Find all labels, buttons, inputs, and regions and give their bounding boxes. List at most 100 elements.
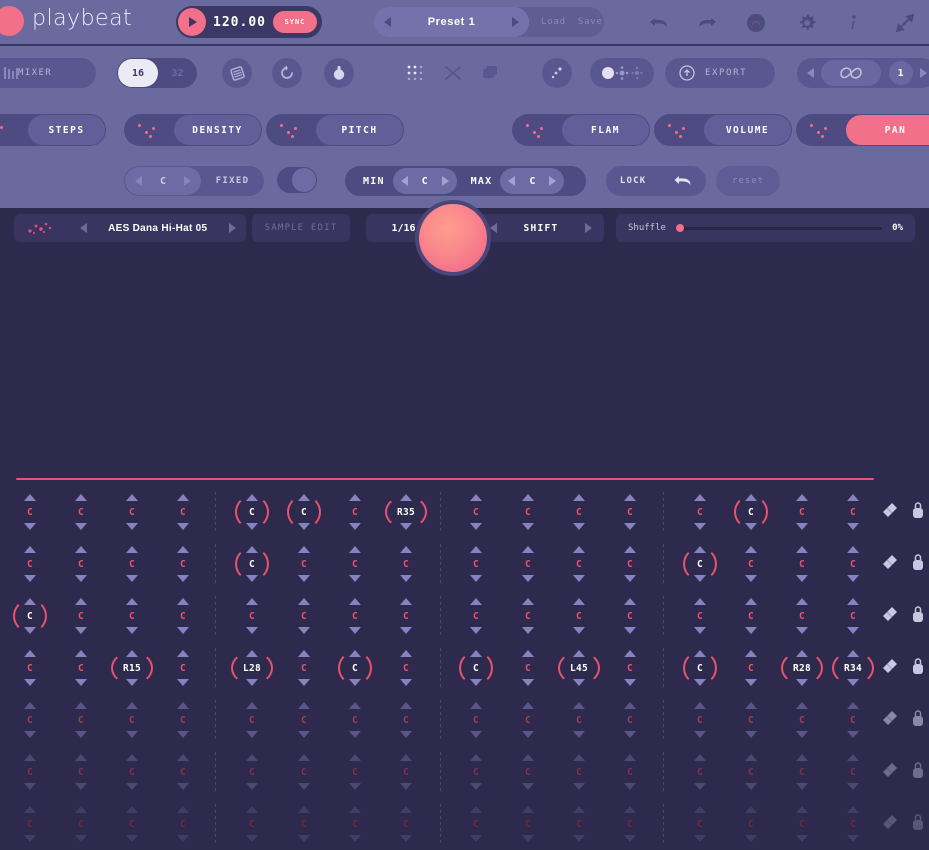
lock-icon[interactable] (911, 657, 925, 680)
step-value[interactable]: C (513, 501, 543, 523)
loop-reset-button[interactable] (272, 58, 302, 88)
step-increase-icon[interactable] (349, 650, 361, 657)
step-increase-icon[interactable] (796, 702, 808, 709)
lock-icon[interactable] (911, 501, 925, 524)
step-cell[interactable]: C (559, 486, 599, 538)
step-decrease-icon[interactable] (796, 731, 808, 738)
step-cell[interactable]: C (508, 642, 548, 694)
step-increase-icon[interactable] (522, 494, 534, 501)
step-value[interactable]: C (685, 813, 715, 835)
step-value[interactable]: C (15, 501, 45, 523)
step-cell[interactable]: C (782, 694, 822, 746)
step-decrease-icon[interactable] (745, 783, 757, 790)
step-cell[interactable]: C (112, 486, 152, 538)
step-cell[interactable]: R35 (385, 486, 427, 538)
step-decrease-icon[interactable] (75, 679, 87, 686)
step-decrease-icon[interactable] (246, 679, 258, 686)
step-decrease-icon[interactable] (177, 783, 189, 790)
step-cell[interactable]: C (782, 798, 822, 850)
step-increase-icon[interactable] (745, 650, 757, 657)
step-cell[interactable]: C (456, 642, 496, 694)
step-cell[interactable]: C (559, 590, 599, 642)
param-flam[interactable]: FLAM (512, 114, 650, 146)
step-cell[interactable]: C (10, 694, 50, 746)
step-value[interactable]: C (340, 605, 370, 627)
step-cell[interactable]: R28 (781, 642, 823, 694)
step-decrease-icon[interactable] (400, 835, 412, 842)
step-decrease-icon[interactable] (796, 627, 808, 634)
fixed-mode-option[interactable]: FIXED (201, 176, 264, 186)
step-increase-icon[interactable] (745, 494, 757, 501)
loop-next-icon[interactable] (919, 68, 927, 78)
undo-icon[interactable] (649, 15, 669, 31)
step-increase-icon[interactable] (847, 598, 859, 605)
step-increase-icon[interactable] (349, 546, 361, 553)
play-button[interactable] (178, 8, 206, 36)
step-decrease-icon[interactable] (694, 523, 706, 530)
step-increase-icon[interactable] (400, 650, 412, 657)
step-decrease-icon[interactable] (745, 575, 757, 582)
step-decrease-icon[interactable] (745, 731, 757, 738)
step-cell[interactable]: C (163, 798, 203, 850)
fixed-next-icon[interactable] (184, 176, 191, 186)
step-decrease-icon[interactable] (694, 627, 706, 634)
eraser-icon[interactable] (881, 553, 899, 576)
step-decrease-icon[interactable] (75, 575, 87, 582)
step-value[interactable]: C (787, 553, 817, 575)
step-decrease-icon[interactable] (470, 731, 482, 738)
step-increase-icon[interactable] (246, 754, 258, 761)
step-increase-icon[interactable] (470, 650, 482, 657)
step-value[interactable]: L45 (558, 651, 600, 685)
step-cell[interactable]: C (456, 538, 496, 590)
mixer-button[interactable]: MIXER (0, 58, 96, 88)
step-decrease-icon[interactable] (246, 523, 258, 530)
step-increase-icon[interactable] (470, 546, 482, 553)
step-decrease-icon[interactable] (796, 523, 808, 530)
step-decrease-icon[interactable] (522, 523, 534, 530)
param-steps[interactable]: STEPS (0, 114, 106, 146)
step-cell[interactable]: C (508, 486, 548, 538)
step-cell[interactable]: C (284, 746, 324, 798)
step-cell[interactable]: C (508, 538, 548, 590)
step-increase-icon[interactable] (470, 598, 482, 605)
step-increase-icon[interactable] (75, 650, 87, 657)
loop-count[interactable]: 1 (888, 61, 913, 85)
step-increase-icon[interactable] (624, 806, 636, 813)
step-cell[interactable]: C (680, 798, 720, 850)
step-decrease-icon[interactable] (349, 627, 361, 634)
step-increase-icon[interactable] (177, 650, 189, 657)
step-cell[interactable]: L28 (231, 642, 273, 694)
step-increase-icon[interactable] (847, 494, 859, 501)
step-cell[interactable]: C (112, 746, 152, 798)
step-increase-icon[interactable] (177, 702, 189, 709)
step-cell[interactable]: C (232, 694, 272, 746)
step-decrease-icon[interactable] (624, 783, 636, 790)
step-value[interactable]: C (838, 813, 868, 835)
step-cell[interactable]: C (782, 538, 822, 590)
step-value[interactable]: C (117, 813, 147, 835)
step-decrease-icon[interactable] (400, 679, 412, 686)
step-cell[interactable]: C (610, 694, 650, 746)
step-cell[interactable]: C (335, 694, 375, 746)
step-decrease-icon[interactable] (745, 523, 757, 530)
reset-button[interactable]: reset (716, 166, 780, 196)
param-steps-cap[interactable]: STEPS (28, 115, 105, 145)
step-increase-icon[interactable] (400, 494, 412, 501)
step-value[interactable]: C (66, 605, 96, 627)
step-cell[interactable]: C (163, 486, 203, 538)
step-value[interactable]: C (235, 495, 269, 529)
step-value[interactable]: C (117, 501, 147, 523)
step-decrease-icon[interactable] (745, 679, 757, 686)
step-decrease-icon[interactable] (694, 731, 706, 738)
step-value[interactable]: C (838, 553, 868, 575)
step-increase-icon[interactable] (573, 650, 585, 657)
step-cell[interactable]: C (163, 642, 203, 694)
step-decrease-icon[interactable] (796, 575, 808, 582)
step-increase-icon[interactable] (177, 806, 189, 813)
step-decrease-icon[interactable] (573, 523, 585, 530)
step-decrease-icon[interactable] (624, 679, 636, 686)
step-decrease-icon[interactable] (24, 835, 36, 842)
step-decrease-icon[interactable] (177, 679, 189, 686)
shift-control[interactable]: SHIFT (478, 214, 604, 242)
step-increase-icon[interactable] (349, 754, 361, 761)
